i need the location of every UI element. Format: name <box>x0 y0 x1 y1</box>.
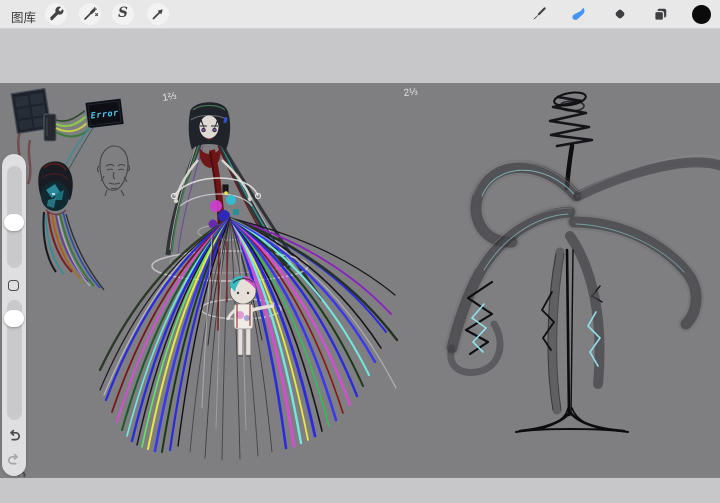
paint-button[interactable] <box>527 3 549 25</box>
brush-size-handle[interactable] <box>4 214 24 231</box>
brush-icon <box>530 6 547 23</box>
adjustments-button[interactable] <box>79 3 101 25</box>
smudge-icon <box>569 5 587 23</box>
layers-icon <box>652 6 669 23</box>
color-button[interactable] <box>690 3 712 25</box>
undo-icon <box>11 431 19 440</box>
gallery-button[interactable]: 图库 <box>11 7 36 26</box>
eraser-icon <box>612 6 628 22</box>
modify-button[interactable] <box>8 280 19 291</box>
redo-button[interactable] <box>6 453 22 469</box>
transform-button[interactable] <box>147 3 169 25</box>
erase-button[interactable] <box>609 3 631 25</box>
color-swatch <box>692 5 711 24</box>
magic-wand-icon <box>82 6 98 22</box>
selection-button[interactable]: S <box>112 3 134 25</box>
layers-button[interactable] <box>649 3 671 25</box>
undo-button[interactable] <box>6 429 22 445</box>
selection-s-icon: S <box>118 7 128 21</box>
sidebar-toolbar <box>2 154 26 476</box>
top-toolbar: 图库 S <box>0 0 720 29</box>
procreate-window: Error <box>0 0 720 503</box>
opacity-handle[interactable] <box>4 310 24 327</box>
drawing-canvas[interactable] <box>0 83 720 478</box>
arrow-cursor-icon <box>150 6 166 22</box>
wrench-icon <box>48 6 64 22</box>
smudge-button[interactable] <box>567 3 589 25</box>
redo-icon <box>9 455 17 464</box>
actions-button[interactable] <box>45 3 67 25</box>
